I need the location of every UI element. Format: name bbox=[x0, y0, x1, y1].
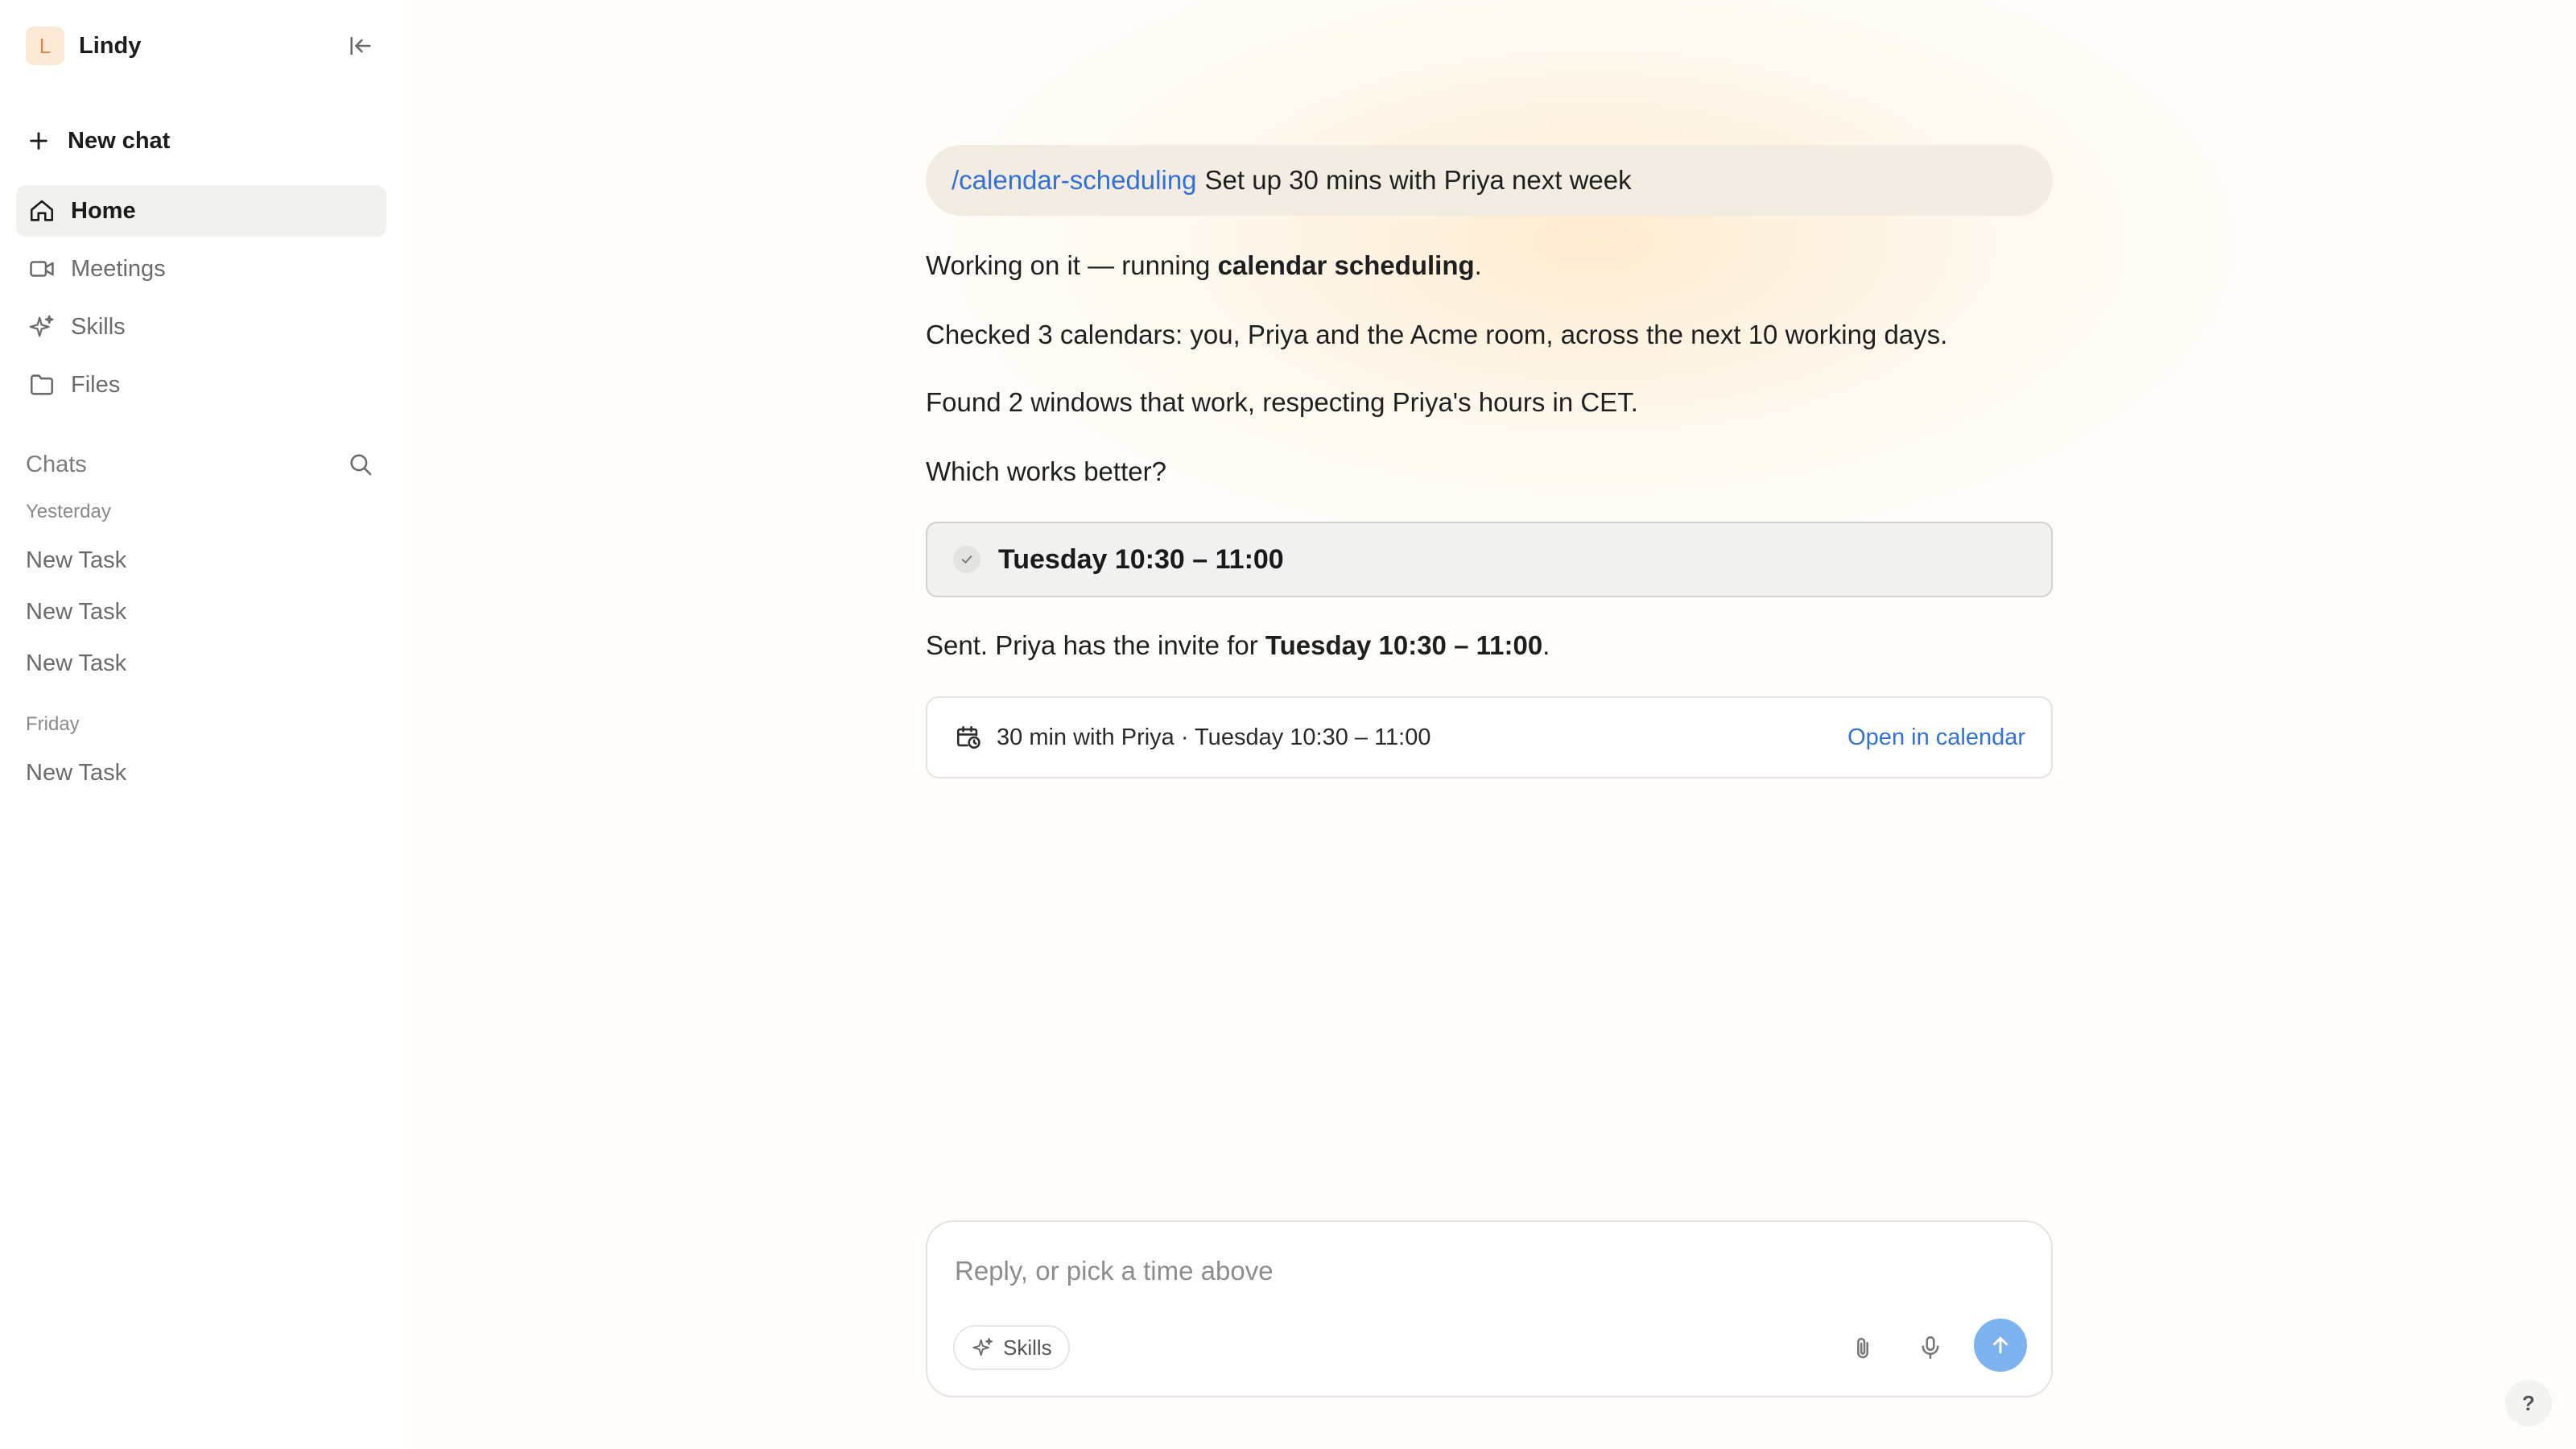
search-icon bbox=[350, 454, 372, 476]
workspace-name: Lindy bbox=[79, 32, 142, 59]
assistant-checked-text: Checked 3 calendars: you, Priya and the … bbox=[926, 320, 1948, 349]
conversation: /calendar-scheduling Set up 30 mins with… bbox=[926, 145, 2053, 778]
microphone-icon bbox=[1922, 1335, 1939, 1360]
chats-section-header: Chats bbox=[26, 444, 377, 485]
chat-list-item[interactable]: New Task bbox=[26, 760, 126, 786]
collapse-sidebar-button[interactable] bbox=[345, 30, 377, 62]
sidebar-item-home[interactable]: Home bbox=[16, 185, 386, 237]
attach-button[interactable] bbox=[1839, 1323, 1887, 1372]
sent-time: Tuesday 10:30 – 11:00 bbox=[1265, 630, 1543, 660]
arrow-up-icon bbox=[1993, 1336, 2008, 1354]
composer: Skills bbox=[926, 1220, 2053, 1397]
sidebar-item-label: Meetings bbox=[71, 255, 166, 282]
plus-icon bbox=[23, 125, 55, 157]
sidebar-item-skills[interactable]: Skills bbox=[16, 301, 386, 353]
chat-group-label: Friday bbox=[26, 713, 80, 735]
new-chat-label: New chat bbox=[68, 127, 171, 154]
sidebar-item-label: Home bbox=[71, 197, 136, 224]
sparkles-icon bbox=[26, 311, 58, 343]
sidebar: L Lindy New chat Home Meetings Skills Fi… bbox=[0, 0, 402, 1449]
status-suffix: . bbox=[1474, 250, 1482, 280]
sidebar-item-meetings[interactable]: Meetings bbox=[16, 243, 386, 295]
status-prefix: Working on it — running bbox=[926, 250, 1218, 280]
chat-list-item[interactable]: New Task bbox=[26, 599, 126, 625]
user-message: /calendar-scheduling Set up 30 mins with… bbox=[926, 145, 2053, 216]
reply-input[interactable] bbox=[953, 1246, 1842, 1296]
new-chat-button[interactable]: New chat bbox=[26, 121, 170, 161]
assistant-found-text: Found 2 windows that work, respecting Pr… bbox=[926, 387, 1638, 417]
collapse-sidebar-icon bbox=[350, 36, 371, 56]
avatar: L bbox=[26, 27, 64, 65]
calendar-clock-icon bbox=[953, 722, 984, 753]
time-option-label: Tuesday 10:30 – 11:00 bbox=[998, 543, 1284, 575]
skill-command[interactable]: /calendar-scheduling bbox=[952, 165, 1197, 196]
sidebar-item-label: Files bbox=[71, 371, 121, 398]
event-summary: 30 min with Priya · Tuesday 10:30 – 11:0… bbox=[997, 724, 1431, 750]
sent-prefix: Sent. Priya has the invite for bbox=[926, 630, 1265, 660]
open-in-calendar-link[interactable]: Open in calendar bbox=[1847, 724, 2025, 751]
chat-list-item[interactable]: New Task bbox=[26, 547, 126, 574]
event-card: 30 min with Priya · Tuesday 10:30 – 11:0… bbox=[926, 696, 2053, 778]
sparkles-icon bbox=[971, 1335, 995, 1360]
chat-group-label: Yesterday bbox=[26, 501, 111, 522]
sidebar-nav: Home Meetings Skills Files bbox=[16, 185, 386, 417]
video-icon bbox=[26, 253, 58, 285]
workspace-header[interactable]: L Lindy bbox=[26, 26, 377, 66]
check-icon bbox=[953, 546, 980, 573]
skills-button-label: Skills bbox=[1003, 1335, 1052, 1360]
assistant-question: Which works better? bbox=[926, 456, 1166, 486]
chats-label: Chats bbox=[26, 451, 87, 477]
search-chats-button[interactable] bbox=[345, 448, 377, 481]
sidebar-item-label: Skills bbox=[71, 313, 126, 340]
help-button[interactable]: ? bbox=[2505, 1380, 2552, 1426]
user-message-text: Set up 30 mins with Priya next week bbox=[1204, 165, 1632, 195]
home-icon bbox=[26, 195, 58, 227]
send-button[interactable] bbox=[1974, 1319, 2027, 1372]
sidebar-item-files[interactable]: Files bbox=[16, 359, 386, 411]
paperclip-icon bbox=[1857, 1337, 1868, 1359]
sent-suffix: . bbox=[1542, 630, 1550, 660]
main-panel: /calendar-scheduling Set up 30 mins with… bbox=[402, 0, 2576, 1449]
time-option-button[interactable]: Tuesday 10:30 – 11:00 bbox=[926, 522, 2053, 597]
skills-button[interactable]: Skills bbox=[953, 1325, 1070, 1370]
voice-input-button[interactable] bbox=[1906, 1323, 1955, 1372]
status-skill-name: calendar scheduling bbox=[1217, 250, 1475, 280]
chat-list-item[interactable]: New Task bbox=[26, 650, 126, 677]
assistant-status: Working on it — running calendar schedul… bbox=[926, 248, 1482, 283]
folder-icon bbox=[26, 369, 58, 401]
assistant-sent-text: Sent. Priya has the invite for Tuesday 1… bbox=[926, 628, 1550, 663]
